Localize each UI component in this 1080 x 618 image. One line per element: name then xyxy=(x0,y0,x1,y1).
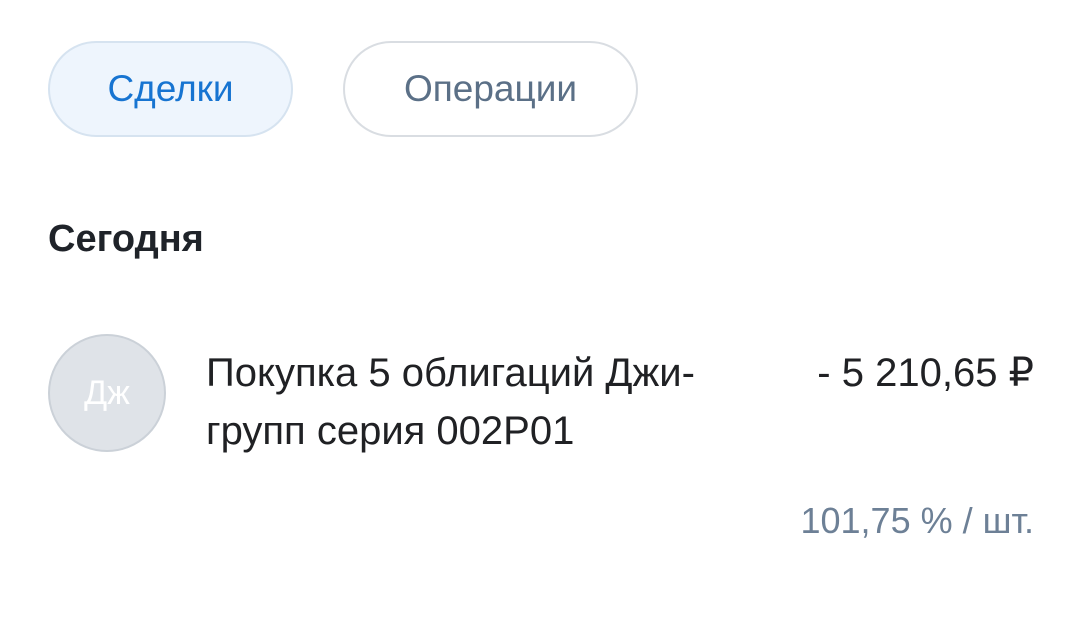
section-title-today: Сегодня xyxy=(48,218,204,260)
tab-operations[interactable]: Операции xyxy=(343,41,638,137)
tab-deals[interactable]: Сделки xyxy=(48,41,293,137)
avatar: Дж xyxy=(48,334,166,452)
operation-amount: - 5 210,65 ₽ xyxy=(817,351,1034,395)
operation-unit-price: 101,75 % / шт. xyxy=(800,500,1034,541)
tab-bar: Сделки Операции xyxy=(48,41,638,137)
operation-row[interactable]: Дж Покупка 5 облигаций Джи-групп серия 0… xyxy=(48,334,1034,564)
operation-title: Покупка 5 облигаций Джи-групп серия 002Р… xyxy=(206,351,695,453)
